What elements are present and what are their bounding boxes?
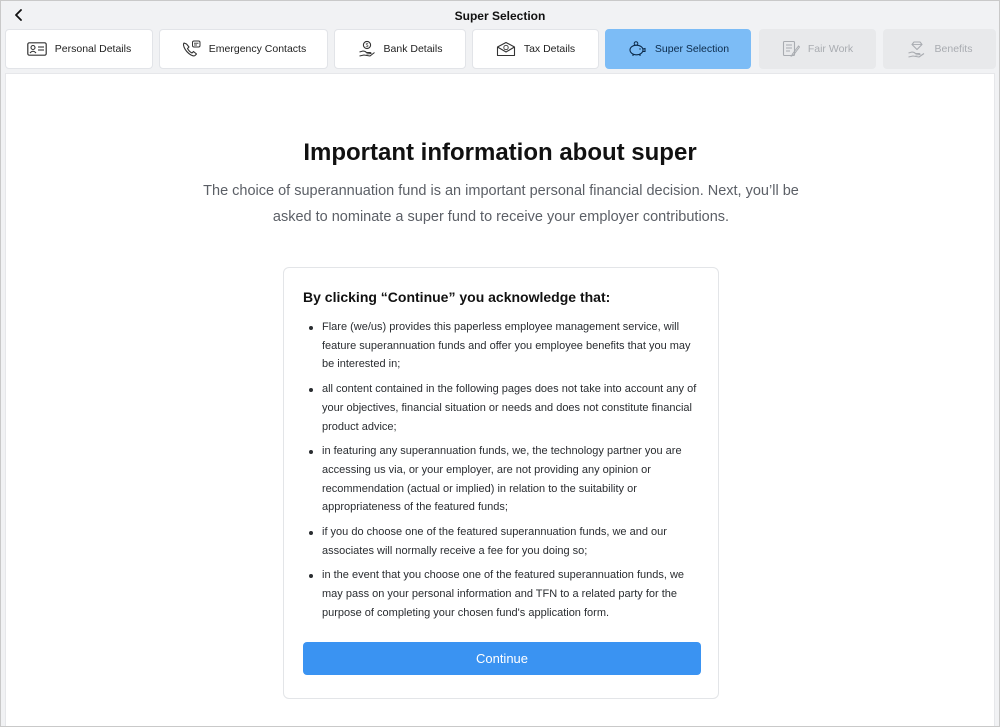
hand-diamond-icon [907,41,924,58]
svg-text:$: $ [365,43,368,49]
tab-fair-work[interactable]: Fair Work [759,29,876,69]
tab-emergency-contacts[interactable]: Emergency Contacts [159,29,328,69]
list-item: all content contained in the following p… [303,380,703,436]
hand-coin-icon: $ [358,40,375,57]
tab-tax-details[interactable]: Tax Details [472,29,599,69]
intro-text: The choice of superannuation fund is an … [186,178,816,230]
tab-label: Super Selection [654,43,730,55]
id-card-icon [26,42,47,56]
main-panel: Important information about super The ch… [5,73,995,726]
tab-super-selection[interactable]: Super Selection [605,29,751,69]
section-heading: Important information about super [303,139,697,166]
tab-benefits[interactable]: Benefits [883,29,996,69]
list-item: if you do choose one of the featured sup… [303,523,703,560]
document-pen-icon [782,40,800,58]
card-title: By clicking “Continue” you acknowledge t… [303,289,611,305]
tab-label: Bank Details [383,43,443,55]
list-item: in the event that you choose one of the … [303,566,703,622]
acknowledgement-card: By clicking “Continue” you acknowledge t… [283,267,719,699]
piggy-bank-icon [629,41,646,56]
continue-button[interactable]: Continue [303,642,701,675]
intro-line: The choice of superannuation fund is an … [203,183,799,199]
intro-line: asked to nominate a super fund to receiv… [272,209,730,225]
tab-label: Emergency Contacts [208,43,307,55]
tab-label: Tax Details [523,43,576,55]
phone-icon [182,40,201,57]
top-bar: Super Selection [1,1,999,29]
list-item: in featuring any superannuation funds, w… [303,442,703,517]
app-window: Super Selection Personal Details Emergen… [0,0,1000,727]
acknowledgement-list: Flare (we/us) provides this paperless em… [303,318,703,629]
tab-label: Benefits [934,43,973,55]
page-title: Super Selection [454,9,546,23]
tab-label: Fair Work [807,43,854,55]
envelope-money-icon [496,41,515,57]
tab-bank-details[interactable]: $ Bank Details [334,29,466,69]
tab-label: Personal Details [54,43,132,55]
tab-personal-details[interactable]: Personal Details [5,29,153,69]
list-item: Flare (we/us) provides this paperless em… [303,318,703,374]
step-tabs: Personal Details Emergency Contacts $ Ba… [5,29,999,71]
